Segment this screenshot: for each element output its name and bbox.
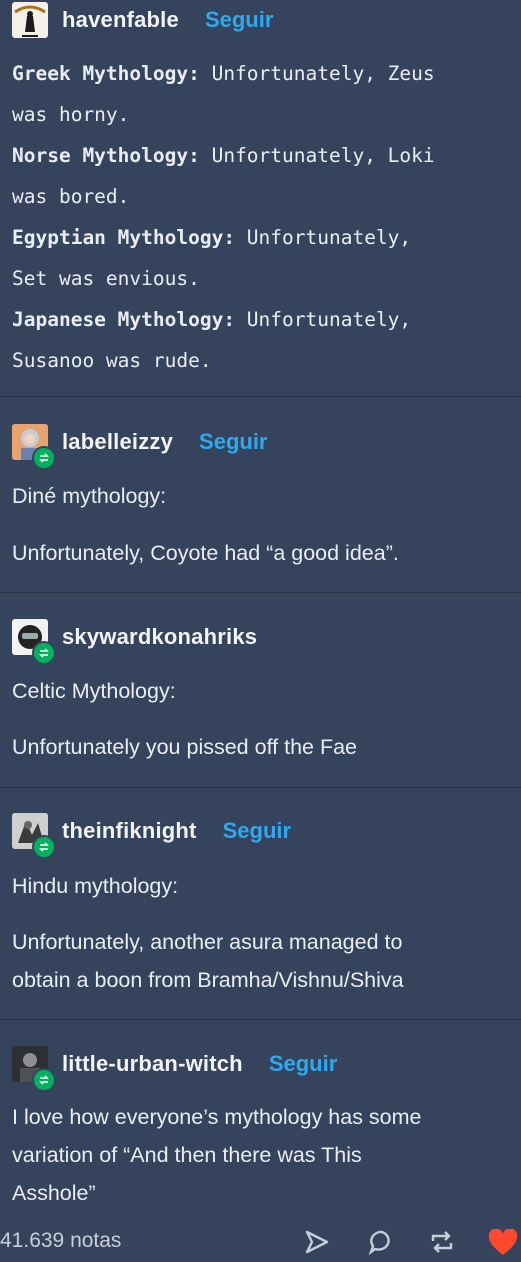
- username[interactable]: labelleizzy: [62, 429, 173, 455]
- line-text: Unfortunately,: [235, 226, 412, 249]
- avatar[interactable]: [12, 619, 56, 665]
- line-text: Unfortunately, Loki: [199, 144, 435, 167]
- post-header-labelleizzy: labelleizzy Seguir: [12, 424, 268, 470]
- reblog-icon[interactable]: [427, 1229, 457, 1260]
- post-text: Hindu mythology:: [12, 874, 179, 898]
- follow-button[interactable]: Seguir: [199, 429, 267, 455]
- post-header-theinfiknight: theinfiknight Seguir: [12, 813, 291, 859]
- post-header-little-urban-witch: little-urban-witch Seguir: [12, 1046, 337, 1092]
- reblog-badge-icon: [32, 1068, 56, 1092]
- reblog-badge-icon: [32, 641, 56, 665]
- divider: [0, 396, 521, 397]
- username[interactable]: theinfiknight: [62, 818, 197, 844]
- username[interactable]: little-urban-witch: [62, 1051, 243, 1077]
- follow-button[interactable]: Seguir: [269, 1051, 337, 1077]
- mythology-label: Norse Mythology:: [12, 144, 200, 167]
- line-text: Unfortunately, Zeus: [199, 62, 435, 85]
- post-header-havenfable: havenfable Seguir: [12, 2, 273, 38]
- post-text: obtain a boon from Bramha/Vishnu/Shiva: [12, 968, 404, 992]
- divider: [0, 787, 521, 788]
- line-text: Unfortunately,: [235, 308, 412, 331]
- text-line: Greek Mythology: Unfortunately, Zeus: [12, 53, 517, 94]
- post-footer: 41.639 notas: [0, 1225, 521, 1257]
- reblog-badge-icon: [32, 446, 56, 470]
- text-line: Set was envious.: [12, 267, 200, 290]
- mythology-label: Greek Mythology:: [12, 62, 200, 85]
- follow-button[interactable]: Seguir: [223, 818, 291, 844]
- post-text: I love how everyone’s mythology has some: [12, 1105, 422, 1129]
- post-body-havenfable: Greek Mythology: Unfortunately, Zeus was…: [12, 53, 517, 381]
- mythology-label: Japanese Mythology:: [12, 308, 236, 331]
- text-line: Japanese Mythology: Unfortunately,: [12, 299, 517, 340]
- post-header-skywardkonahriks: skywardkonahriks: [12, 619, 257, 665]
- post-text: Celtic Mythology:: [12, 679, 176, 703]
- post-text: Unfortunately, another asura managed to: [12, 930, 403, 954]
- post-text: Diné mythology:: [12, 484, 167, 508]
- text-line: was bored.: [12, 185, 130, 208]
- post-text: Asshole”: [12, 1181, 96, 1205]
- avatar[interactable]: [12, 424, 56, 470]
- like-icon[interactable]: [487, 1228, 519, 1262]
- reblog-badge-icon: [32, 835, 56, 859]
- divider: [0, 592, 521, 593]
- username[interactable]: havenfable: [62, 7, 179, 33]
- username[interactable]: skywardkonahriks: [62, 624, 257, 650]
- post-text: variation of “And then there was This: [12, 1143, 362, 1167]
- notes-count[interactable]: 41.639 notas: [0, 1229, 121, 1253]
- text-line: Norse Mythology: Unfortunately, Loki: [12, 135, 517, 176]
- avatar[interactable]: [12, 813, 56, 859]
- post-text: Unfortunately, Coyote had “a good idea”.: [12, 541, 399, 565]
- avatar[interactable]: [12, 2, 48, 38]
- text-line: Susanoo was rude.: [12, 349, 212, 372]
- avatar[interactable]: [12, 1046, 56, 1092]
- comment-icon[interactable]: [368, 1229, 396, 1260]
- follow-button[interactable]: Seguir: [205, 7, 273, 33]
- text-line: Egyptian Mythology: Unfortunately,: [12, 217, 517, 258]
- text-line: was horny.: [12, 103, 130, 126]
- divider: [0, 1019, 521, 1020]
- share-icon[interactable]: [303, 1229, 331, 1260]
- mythology-label: Egyptian Mythology:: [12, 226, 236, 249]
- post-text: Unfortunately you pissed off the Fae: [12, 735, 358, 759]
